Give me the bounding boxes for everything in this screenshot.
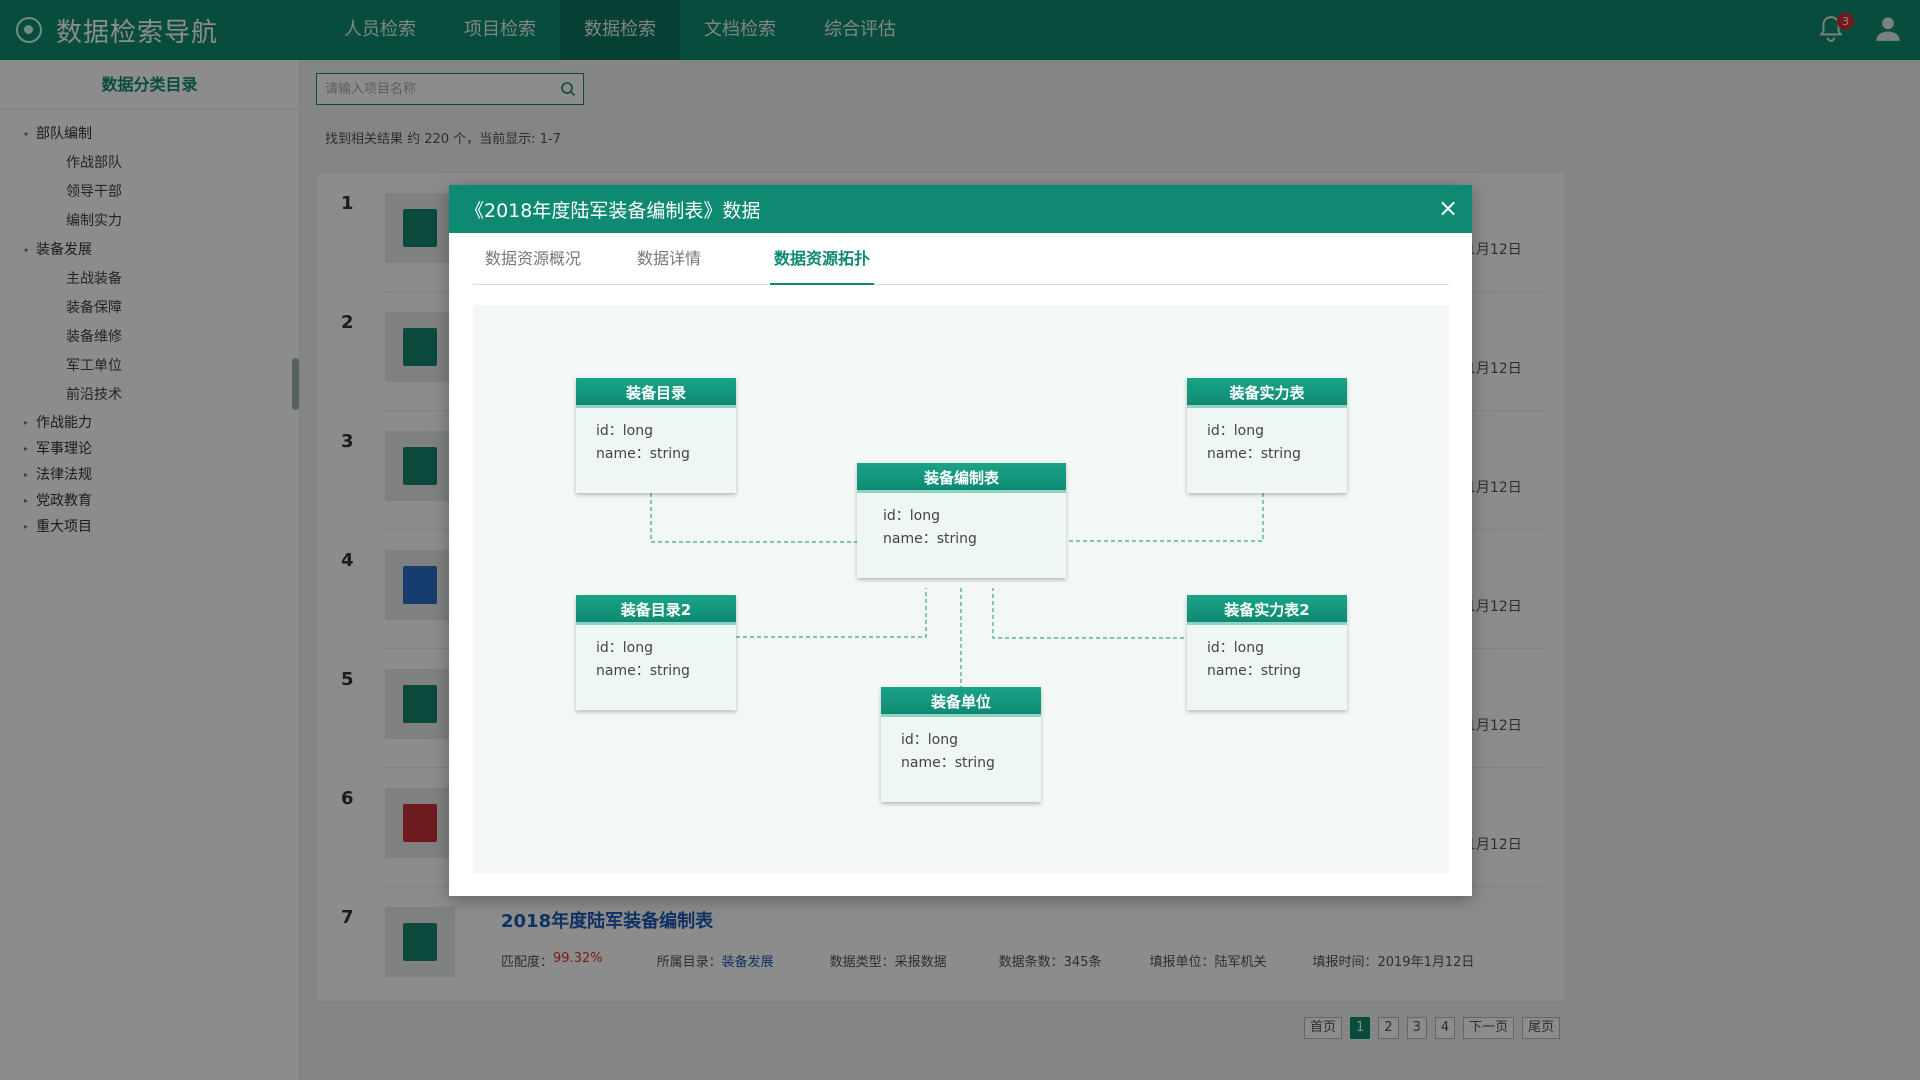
connector-line	[650, 493, 857, 543]
modal-header: 《2018年度陆军装备编制表》数据	[449, 185, 1472, 233]
entity-title: 装备单位	[881, 687, 1041, 717]
entity-equipment-catalog[interactable]: 装备目录 id：long name：string	[576, 378, 736, 493]
modal-tabs: 数据资源概况 数据详情 数据资源拓扑	[473, 233, 1449, 285]
connector-line	[992, 588, 1191, 639]
connector-line	[736, 588, 927, 638]
modal-title: 《2018年度陆军装备编制表》数据	[465, 199, 761, 222]
entity-title: 装备实力表2	[1187, 595, 1347, 625]
entity-equipment-unit[interactable]: 装备单位 id：long name：string	[881, 687, 1041, 802]
topology-canvas: 装备目录 id：long name：string 装备实力表 id：long n…	[473, 305, 1449, 873]
entity-field: id：long	[1207, 423, 1264, 439]
tab-overview[interactable]: 数据资源概况	[481, 233, 585, 285]
entity-field: id：long	[1207, 640, 1264, 656]
close-icon[interactable]: ×	[1436, 196, 1460, 221]
tab-details[interactable]: 数据详情	[633, 233, 705, 285]
entity-title: 装备实力表	[1187, 378, 1347, 408]
entity-field: name：string	[1207, 663, 1301, 679]
entity-field: id：long	[596, 423, 653, 439]
entity-field: name：string	[883, 531, 977, 547]
entity-field: id：long	[901, 732, 958, 748]
entity-equipment-establishment[interactable]: 装备编制表 id：long name：string	[857, 463, 1066, 578]
data-detail-modal: 《2018年度陆军装备编制表》数据 × 数据资源概况 数据详情 数据资源拓扑 装…	[449, 185, 1472, 896]
entity-field: name：string	[901, 755, 995, 771]
entity-field: id：long	[596, 640, 653, 656]
entity-title: 装备编制表	[857, 463, 1066, 493]
entity-equipment-catalog-2[interactable]: 装备目录2 id：long name：string	[576, 595, 736, 710]
entity-field: name：string	[596, 446, 690, 462]
entity-equipment-strength-2[interactable]: 装备实力表2 id：long name：string	[1187, 595, 1347, 710]
entity-title: 装备目录2	[576, 595, 736, 625]
entity-title: 装备目录	[576, 378, 736, 408]
tab-topology[interactable]: 数据资源拓扑	[770, 233, 875, 285]
entity-field: id：long	[883, 508, 940, 524]
entity-field: name：string	[596, 663, 690, 679]
connector-line	[1066, 493, 1264, 542]
entity-field: name：string	[1207, 446, 1301, 462]
entity-equipment-strength[interactable]: 装备实力表 id：long name：string	[1187, 378, 1347, 493]
